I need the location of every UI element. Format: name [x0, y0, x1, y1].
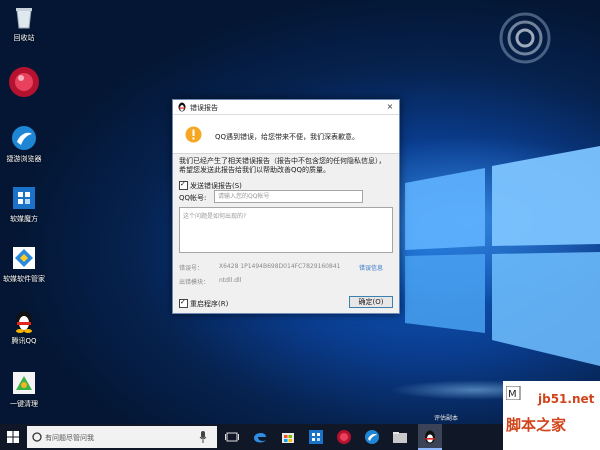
module-label: 出错模块： [179, 279, 210, 286]
file-explorer-icon[interactable] [392, 429, 408, 445]
problem-description-textarea[interactable]: 这个问题是如何出现的? [179, 207, 393, 253]
clean-app-icon [11, 370, 37, 396]
close-icon[interactable]: × [385, 102, 395, 112]
windows-start-icon[interactable] [7, 431, 19, 443]
error-code-label: 错误号： [179, 265, 204, 272]
browser-taskbar-icon[interactable] [364, 429, 380, 445]
error-code-value: X6428 1P1494B698D014FC7829160841 [219, 263, 341, 270]
desktop-icon-rm-cube[interactable]: 软媒魔方 [0, 185, 48, 224]
desktop-icon-label: 腾讯QQ [11, 337, 37, 345]
desktop-icon-software-manager[interactable]: 软媒软件管家 [0, 245, 48, 284]
dialog-title: 错误报告 [190, 104, 218, 112]
desktop-icon-one-click-clean[interactable]: 一键清理 [0, 370, 48, 409]
browser-icon [11, 125, 37, 151]
microphone-icon[interactable] [199, 431, 207, 443]
red-circle-app-icon [8, 66, 40, 98]
cortana-search-box[interactable]: 有问题尽管问我 [27, 426, 217, 448]
cortana-circle-icon [32, 432, 42, 442]
watermark-site: jb51.net [538, 392, 595, 406]
desktop-icon-red-app[interactable] [0, 66, 48, 101]
module-value: ntdll.dll [219, 277, 242, 284]
recycle-bin-icon [11, 4, 37, 30]
desktop-icon-label: 一键清理 [10, 400, 38, 408]
evaluation-copy-text: 评估副本 [434, 415, 459, 422]
dialog-titlebar[interactable]: 错误报告 × [173, 100, 399, 115]
restart-program-checkbox[interactable] [179, 298, 188, 308]
report-description: 我们已经产生了相关错误报告（报告中不包含您的任何隐私信息）， 希望您发送此报告给… [179, 157, 394, 175]
desktop-icon-label: 回收站 [13, 34, 35, 42]
header-message: QQ遇到错误，给您带来不便，我们深表歉意。 [215, 133, 360, 141]
qq-account-input[interactable]: 请输入您的QQ帐号 [214, 190, 363, 203]
desktop-icon-label: 软媒软件管家 [3, 275, 45, 283]
software-manager-icon [11, 245, 37, 271]
edge-browser-icon[interactable] [252, 429, 268, 445]
wallpaper-swirl-icon [499, 12, 551, 64]
qq-account-label: QQ帐号: [179, 194, 207, 202]
error-details-link[interactable]: 错误信息 [359, 263, 383, 272]
windows-logo-wallpaper [405, 146, 600, 366]
qq-error-taskbar-icon [425, 430, 435, 444]
dialog-header: QQ遇到错误，给您带来不便，我们深表歉意。 [173, 115, 399, 154]
qq-taskbar-item-active[interactable] [418, 424, 442, 450]
desktop-icon-label: 捷游浏览器 [6, 155, 42, 163]
rm-cube-taskbar-icon[interactable] [308, 429, 324, 445]
qq-small-icon [178, 102, 186, 112]
description-line-1: 我们已经产生了相关错误报告（报告中不包含您的任何隐私信息）， [179, 157, 386, 165]
svg-text:M: M [508, 389, 517, 400]
cube-app-icon [11, 185, 37, 211]
watermark-logo-icon: M [506, 386, 521, 400]
send-report-checkbox[interactable] [179, 180, 188, 190]
task-view-icon[interactable] [224, 429, 240, 445]
restart-program-label: 重启程序(R) [190, 300, 229, 308]
description-line-2: 希望您发送此报告给我们以帮助改善QQ的质量。 [179, 166, 331, 174]
watermark-name: 脚本之家 [506, 416, 567, 434]
warning-icon [185, 126, 202, 143]
red-app-taskbar-icon[interactable] [336, 429, 352, 445]
desktop-icon-recycle-bin[interactable]: 回收站 [0, 4, 48, 43]
desktop-icon-label: 软媒魔方 [10, 215, 38, 223]
desktop-icon-qq[interactable]: 腾讯QQ [0, 307, 48, 346]
ok-button[interactable]: 确定(O) [349, 296, 393, 308]
desktop-icon-browser[interactable]: 捷游浏览器 [0, 125, 48, 164]
search-placeholder: 有问题尽管问我 [45, 434, 94, 442]
qq-penguin-icon [11, 307, 37, 333]
error-report-dialog: 错误报告 × QQ遇到错误，给您带来不便，我们深表歉意。 我们已经产生了相关错误… [172, 99, 400, 314]
store-icon[interactable] [280, 429, 296, 445]
